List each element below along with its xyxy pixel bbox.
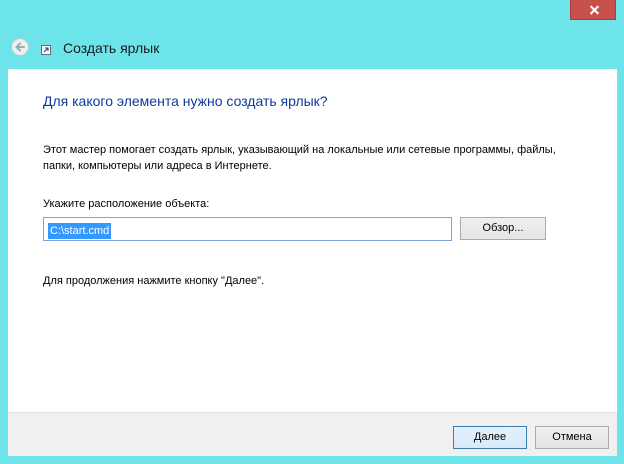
location-input-value: C:\start.cmd: [48, 223, 112, 239]
wizard-footer: Далее Отмена: [8, 412, 617, 456]
continue-hint: Для продолжения нажмите кнопку "Далее".: [43, 275, 265, 287]
create-shortcut-window: Создать ярлык Для какого элемента нужно …: [0, 0, 624, 464]
cancel-button[interactable]: Отмена: [535, 426, 609, 449]
wizard-description: Этот мастер помогает создать ярлык, указ…: [43, 144, 556, 172]
page-heading: Для какого элемента нужно создать ярлык?: [43, 93, 328, 109]
back-arrow-icon[interactable]: [11, 38, 29, 56]
browse-button[interactable]: Обзор...: [460, 217, 546, 240]
close-icon[interactable]: [570, 0, 616, 20]
wizard-content: Для какого элемента нужно создать ярлык?…: [8, 69, 617, 412]
shortcut-arrow-icon: [41, 45, 51, 55]
wizard-header: Создать ярлык: [8, 30, 616, 69]
location-input[interactable]: C:\start.cmd: [43, 217, 452, 241]
location-label: Укажите расположение объекта:: [43, 198, 210, 210]
wizard-title: Создать ярлык: [63, 40, 160, 56]
next-button[interactable]: Далее: [453, 426, 527, 449]
